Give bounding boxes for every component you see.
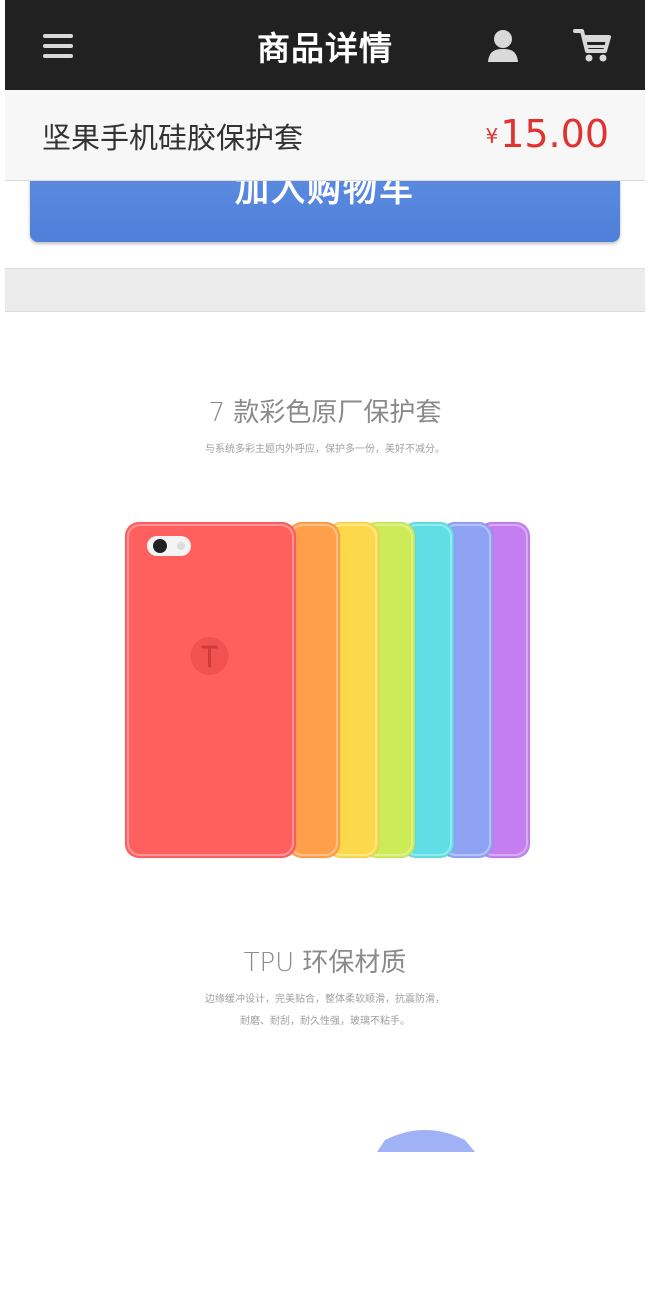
camera-lens — [153, 539, 167, 553]
page-title: 商品详情 — [257, 29, 393, 68]
price-amount: 15.00 — [500, 112, 609, 156]
shopping-cart-icon[interactable] — [573, 26, 613, 66]
top-navbar: 商品详情 — [5, 0, 645, 90]
product-detail-content: 7 款彩色原厂保护套 与系统多彩主题内外呼应，保护多一份，美好不减分。 TPU … — [5, 312, 645, 1152]
currency-symbol: ¥ — [485, 124, 499, 148]
user-icon[interactable] — [483, 26, 523, 66]
section-headline-material: TPU 环保材质 — [243, 948, 407, 978]
color-cases-image — [124, 521, 531, 1152]
case-preview-bottom — [377, 1130, 475, 1152]
product-name: 坚果手机硅胶保护套 — [42, 121, 304, 155]
product-header: 坚果手机硅胶保护套 ¥15.00 — [5, 90, 645, 181]
product-price: ¥15.00 — [485, 112, 609, 156]
section-divider — [5, 269, 645, 312]
section-subline-material-2: 耐磨、耐刮，耐久性强，玻璃不粘手。 — [240, 1016, 410, 1027]
phone-case-1 — [124, 521, 297, 859]
section-subline-material-1: 边缘缓冲设计，完美贴合，整体柔软顺滑，抗震防滑， — [205, 994, 445, 1005]
